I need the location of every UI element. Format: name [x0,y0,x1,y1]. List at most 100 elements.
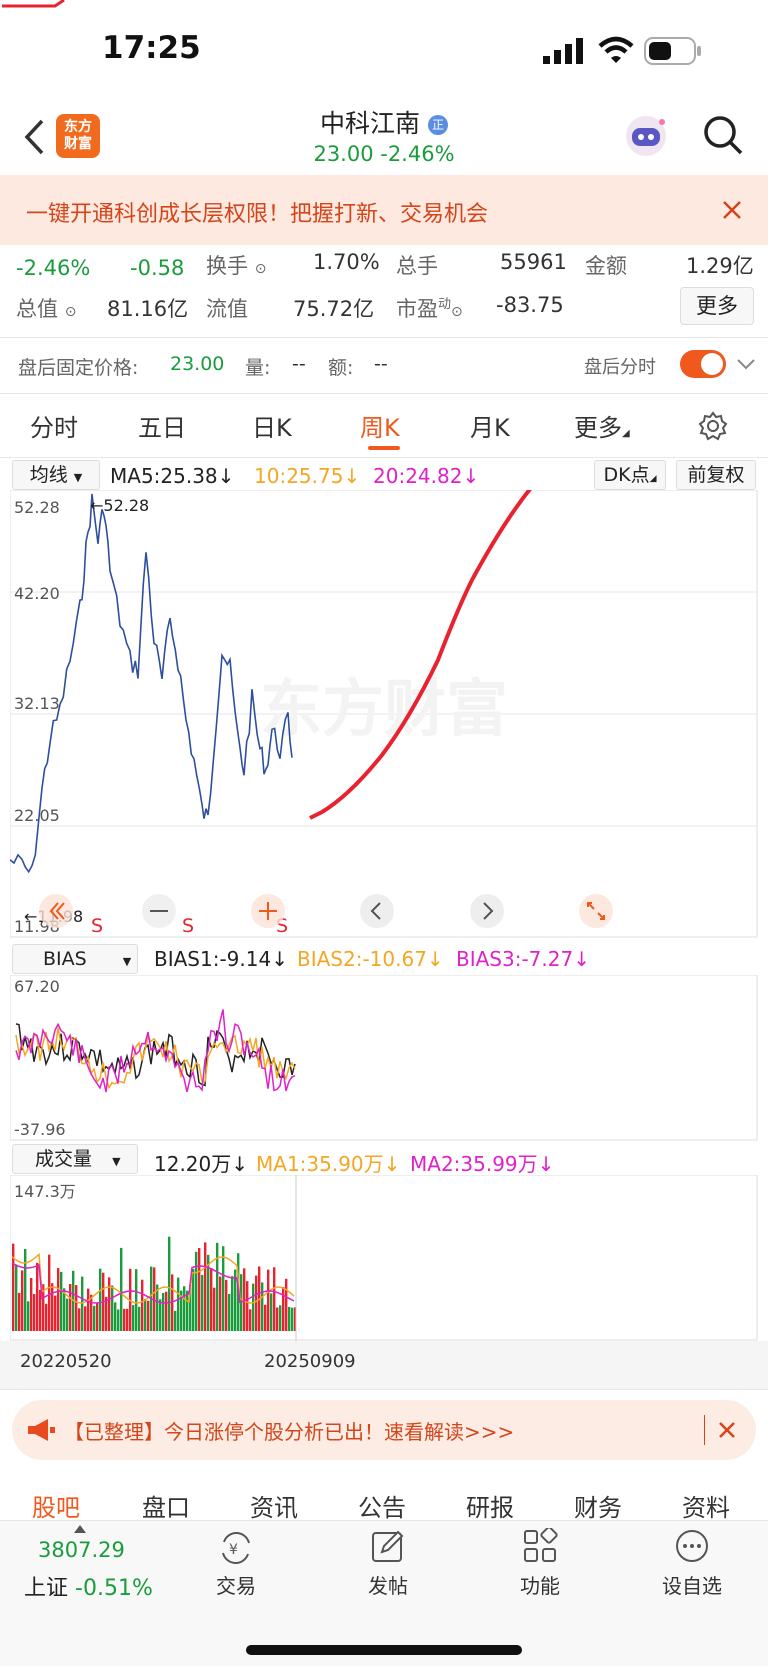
dropdown-icon: ▼ [112,1155,121,1168]
volume-bar [246,1281,249,1331]
ma-selector[interactable]: 均线 ▼ [12,460,100,490]
pe-label: 市盈动⊙ [396,293,463,323]
tab-monthly-k[interactable]: 月K [470,408,510,443]
trade-icon[interactable]: ¥ [218,1530,254,1566]
volume-chart[interactable] [10,1175,758,1341]
after-hours-vol-label: 量: [245,357,271,379]
volume-bar [147,1300,150,1331]
price-chart[interactable]: 东方财富 [10,490,758,938]
subtab-profile[interactable]: 资料 [682,1488,730,1523]
robot-assistant-icon[interactable] [622,112,670,160]
amount-value: 1.29亿 [686,254,754,278]
scroll-left-icon[interactable] [359,893,395,929]
subtab-news[interactable]: 资讯 [250,1488,298,1523]
search-icon[interactable] [702,114,744,156]
chevron-down-icon[interactable] [736,357,756,371]
volume-bar [219,1276,222,1331]
watchlist-label[interactable]: 设自选 [642,1570,742,1599]
after-hours-toggle[interactable] [680,350,726,378]
zoom-out-icon[interactable] [141,893,177,929]
volume-bar [222,1246,225,1331]
tab-more-label: 更多 [574,414,622,442]
volume-selector[interactable]: 成交量 ▼ [12,1144,138,1174]
close-icon[interactable] [722,200,742,220]
function-grid-icon[interactable] [522,1528,558,1564]
x-end-label: 20250909 [264,1351,356,1372]
tab-more[interactable]: 更多◢ [574,408,630,443]
triangle-icon: ◢ [622,428,630,439]
promo-banner-text: 一键开通科创成长层权限！把握打新、交易机会 [26,202,489,227]
battery-icon [644,37,701,65]
volume-bar [36,1262,39,1331]
fullscreen-icon[interactable] [578,893,614,929]
rewind-icon[interactable] [38,893,74,929]
subtab-order-book[interactable]: 盘口 [142,1488,190,1523]
tab-weekly-k[interactable]: 周K [360,408,400,443]
volume-bar [48,1254,51,1331]
volume-bar [288,1306,291,1331]
volume-bar [111,1285,114,1331]
volume-bar [282,1287,285,1331]
subtab-finance[interactable]: 财务 [574,1488,622,1523]
volume-bar [66,1298,69,1331]
adjust-button[interactable]: 前复权 [676,460,756,490]
trade-label[interactable]: 交易 [186,1570,286,1599]
volume-bar [45,1303,48,1331]
volume-bar [159,1299,162,1331]
post-label[interactable]: 发帖 [338,1570,438,1599]
add-watchlist-icon[interactable] [674,1528,710,1564]
index-quote[interactable]: 上证 -0.51% [24,1570,153,1602]
x-axis-area [0,1341,768,1389]
more-button[interactable]: 更多 [680,287,754,325]
tab-five-day[interactable]: 五日 [138,408,186,443]
volume-bar [255,1275,258,1331]
info-icon[interactable]: ⊙ [255,261,267,277]
volume-bar [168,1236,171,1331]
bias-chart[interactable] [10,975,758,1141]
info-icon[interactable]: ⊙ [451,304,463,320]
info-icon[interactable]: ⊙ [65,304,77,320]
index-value[interactable]: 3807.29 [38,1538,125,1562]
subtab-announcements[interactable]: 公告 [358,1488,406,1523]
stock-name: 中科江南 [320,109,421,138]
bias-y-bottom: -37.96 [14,1120,66,1139]
status-time: 17:25 [102,30,201,66]
bias3-legend: BIAS3:-7.27↓ [456,947,590,971]
amount-label: 金额 [585,254,627,278]
volume-bar [270,1293,273,1331]
volume-bar [15,1264,18,1331]
volume-bar [192,1268,195,1331]
bias1-legend: BIAS1:-9.14↓ [154,947,288,971]
subtab-forum[interactable]: 股吧 [32,1488,80,1523]
abs-change: -0.58 [130,256,185,280]
dk-point-button[interactable]: DK点◢ [594,460,666,490]
bias-selector[interactable]: BIAS ▼ [12,944,138,974]
settings-gear-icon[interactable] [698,411,728,441]
mcap-value: 81.16亿 [107,297,189,321]
volume-bar [291,1307,294,1331]
zoom-in-icon[interactable] [250,893,286,929]
volume-bar [174,1311,177,1331]
turnover-label: 换手 ⊙ [206,250,266,280]
up-arrow-icon [74,1525,86,1533]
volume-bar [96,1303,99,1331]
divider [0,393,768,394]
bias-selector-label: BIAS [43,948,87,970]
y-label: 42.20 [14,584,60,603]
subtab-research[interactable]: 研报 [466,1488,514,1523]
volume-bar [186,1290,189,1331]
red-mark-icon [2,0,65,8]
scroll-right-icon[interactable] [469,893,505,929]
tab-daily-k[interactable]: 日K [252,408,292,443]
dropdown-icon: ▼ [73,471,83,484]
volume-bar [27,1301,30,1331]
close-icon[interactable] [718,1421,736,1439]
function-label[interactable]: 功能 [490,1570,590,1599]
volume-bar [141,1279,144,1331]
mcap-label: 总值 ⊙ [16,293,76,323]
turnover-value: 1.70% [313,250,380,274]
post-icon[interactable] [370,1528,406,1564]
volume-value: 55961 [500,250,567,274]
after-hours-vol: -- [292,353,306,375]
tab-intraday[interactable]: 分时 [30,408,78,443]
